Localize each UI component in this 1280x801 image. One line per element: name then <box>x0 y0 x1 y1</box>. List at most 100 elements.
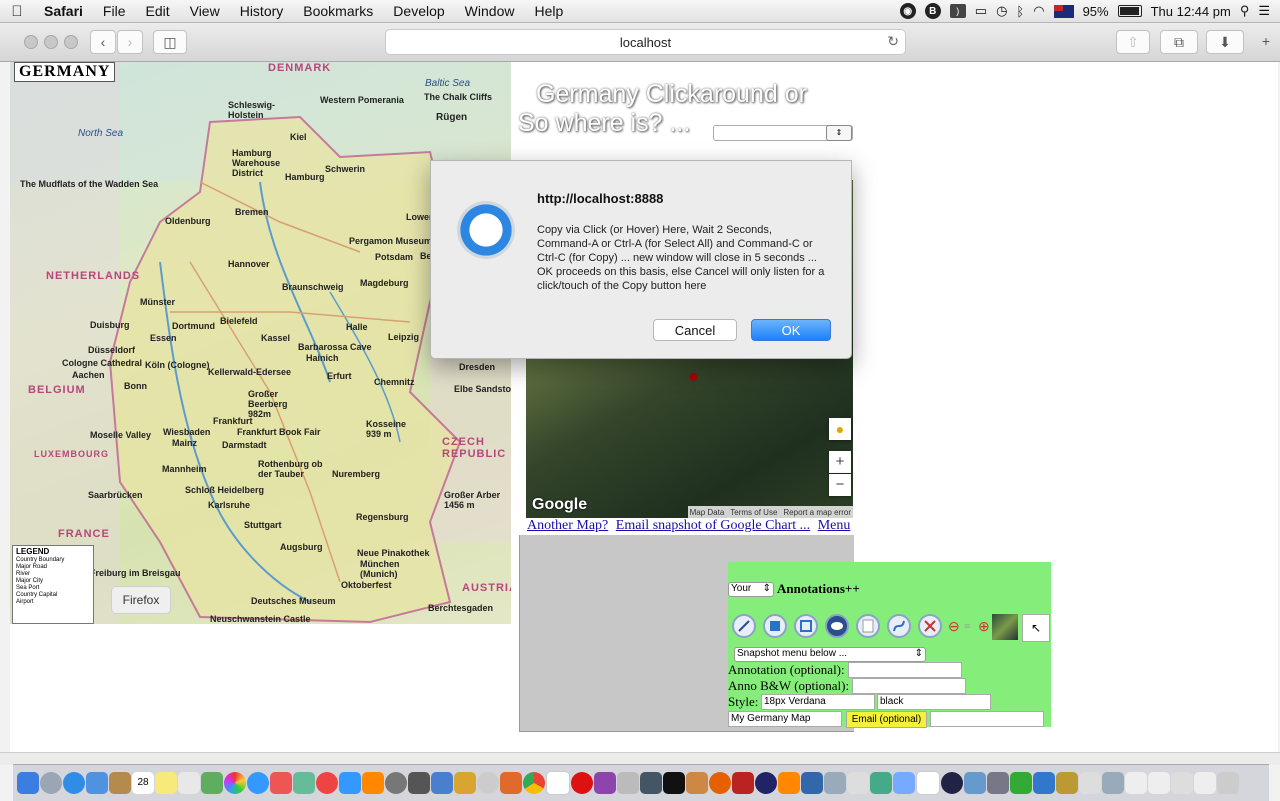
menu-file[interactable]: File <box>93 3 136 19</box>
input-source-flag-icon[interactable] <box>1053 4 1074 18</box>
reload-icon[interactable]: ↻ <box>887 33 899 50</box>
app-icon[interactable] <box>1033 772 1055 794</box>
notes-icon[interactable] <box>155 772 177 794</box>
zoom-out-button[interactable]: − <box>829 474 851 496</box>
document-icon[interactable] <box>546 771 570 795</box>
another-map-link[interactable]: Another Map? <box>527 518 608 533</box>
window-close-button[interactable] <box>24 35 38 49</box>
safari-icon[interactable] <box>63 772 85 794</box>
menu-window[interactable]: Window <box>455 3 525 19</box>
firefox-icon[interactable] <box>709 772 731 794</box>
new-tab-button[interactable]: + <box>1256 30 1276 52</box>
xcode-icon[interactable] <box>431 772 453 794</box>
email-button[interactable]: Email (optional) <box>846 711 927 728</box>
place-select[interactable]: ⇕ <box>713 125 853 141</box>
time-machine-icon[interactable]: ◷ <box>996 3 1007 19</box>
app-icon[interactable] <box>1079 772 1101 794</box>
app-store-icon[interactable] <box>86 772 108 794</box>
launchpad-icon[interactable] <box>40 772 62 794</box>
app-icon[interactable] <box>686 772 708 794</box>
app-icon[interactable] <box>617 772 639 794</box>
anno-bw-input[interactable] <box>852 678 966 694</box>
tab-overview-button[interactable]: ⧉ <box>1160 30 1198 54</box>
map-data-link[interactable]: Map Data <box>690 508 725 517</box>
back-button[interactable]: ‹ <box>90 30 116 54</box>
email-snapshot-link[interactable]: Email snapshot of Google Chart ... <box>616 518 810 533</box>
app-icon[interactable] <box>893 772 915 794</box>
increase-size-icon[interactable]: ⊕ <box>978 619 990 636</box>
airplay-icon[interactable]: ▭ <box>975 3 987 19</box>
snapshot-select[interactable]: Snapshot menu below ... ⇕ <box>734 647 926 662</box>
menu-link[interactable]: Menu <box>818 518 851 533</box>
decrease-size-icon[interactable]: ⊖ <box>948 619 960 636</box>
clock[interactable]: Thu 12:44 pm <box>1151 4 1231 19</box>
photo-booth-icon[interactable] <box>270 772 292 794</box>
stack-icon[interactable] <box>1171 772 1193 794</box>
reminders-icon[interactable] <box>178 772 200 794</box>
style-color-input[interactable]: black <box>877 694 991 710</box>
tray-app-icon[interactable]: ) <box>949 4 966 18</box>
stack-icon[interactable] <box>1148 772 1170 794</box>
app-icon[interactable] <box>1010 772 1032 794</box>
bitbucket-icon[interactable]: B <box>924 3 941 19</box>
help-icon[interactable] <box>847 772 869 794</box>
window-zoom-button[interactable] <box>64 35 78 49</box>
firefox-button[interactable]: Firefox <box>111 586 171 614</box>
owner-select[interactable]: Your ⇕ <box>728 582 774 597</box>
app-icon[interactable] <box>755 772 777 794</box>
contacts-icon[interactable] <box>109 772 131 794</box>
battery-icon[interactable] <box>1117 5 1142 17</box>
app-icon[interactable] <box>870 772 892 794</box>
annotation-input[interactable] <box>848 662 962 678</box>
opera-icon[interactable] <box>571 772 593 794</box>
bluetooth-icon[interactable]: ᛒ <box>1016 4 1024 19</box>
line-tool-icon[interactable] <box>732 614 756 638</box>
virtualbox-icon[interactable] <box>964 772 986 794</box>
ibooks-icon[interactable] <box>362 772 384 794</box>
filezilla-icon[interactable] <box>732 772 754 794</box>
php-icon[interactable] <box>987 772 1009 794</box>
ellipse-tool-icon[interactable] <box>825 614 849 638</box>
app-icon[interactable] <box>916 771 940 795</box>
apple-icon[interactable]:  <box>0 3 34 20</box>
photos-icon[interactable] <box>224 772 246 794</box>
app-icon[interactable] <box>640 772 662 794</box>
rectangle-tool-icon[interactable] <box>794 614 818 638</box>
menu-edit[interactable]: Edit <box>135 3 179 19</box>
app-icon[interactable] <box>477 772 499 794</box>
blank-tool-icon[interactable] <box>856 614 880 638</box>
menu-help[interactable]: Help <box>524 3 573 19</box>
share-button[interactable]: ⇧ <box>1116 30 1150 54</box>
finder-icon[interactable] <box>17 772 39 794</box>
sidebar-toggle-button[interactable]: ◫ <box>153 30 187 54</box>
menu-develop[interactable]: Develop <box>383 3 454 19</box>
window-minimize-button[interactable] <box>44 35 58 49</box>
tray-app-icon[interactable]: ◉ <box>899 3 916 19</box>
trash-icon[interactable] <box>1217 772 1239 794</box>
stack-icon[interactable] <box>1194 772 1216 794</box>
eraser-tool-icon[interactable] <box>918 614 942 638</box>
menu-view[interactable]: View <box>180 3 230 19</box>
battery-percent[interactable]: 95% <box>1083 4 1109 19</box>
report-map-error-link[interactable]: Report a map error <box>783 508 851 517</box>
cancel-button[interactable]: Cancel <box>653 319 737 341</box>
curve-tool-icon[interactable] <box>887 614 911 638</box>
messages-icon[interactable] <box>247 772 269 794</box>
itunes-icon[interactable] <box>316 772 338 794</box>
app-icon[interactable] <box>408 772 430 794</box>
system-preferences-icon[interactable] <box>385 772 407 794</box>
cursor-tool-icon[interactable]: ↖ <box>1022 614 1050 642</box>
downloads-button[interactable]: ⬇ <box>1206 30 1244 54</box>
terms-of-use-link[interactable]: Terms of Use <box>730 508 777 517</box>
reset-size-icon[interactable]: ≡ <box>964 619 971 634</box>
chrome-icon[interactable] <box>523 772 545 794</box>
downloads-stack-icon[interactable] <box>1125 772 1147 794</box>
app-icon[interactable] <box>801 772 823 794</box>
wifi-icon[interactable]: ◠ <box>1033 3 1044 19</box>
image-thumbnail-icon[interactable] <box>992 614 1018 640</box>
app-icon[interactable] <box>941 772 963 794</box>
app-store-icon[interactable] <box>339 772 361 794</box>
street-view-pegman-icon[interactable]: ● <box>829 418 851 440</box>
address-bar[interactable]: localhost ↻ <box>385 29 906 55</box>
menu-history[interactable]: History <box>230 3 294 19</box>
